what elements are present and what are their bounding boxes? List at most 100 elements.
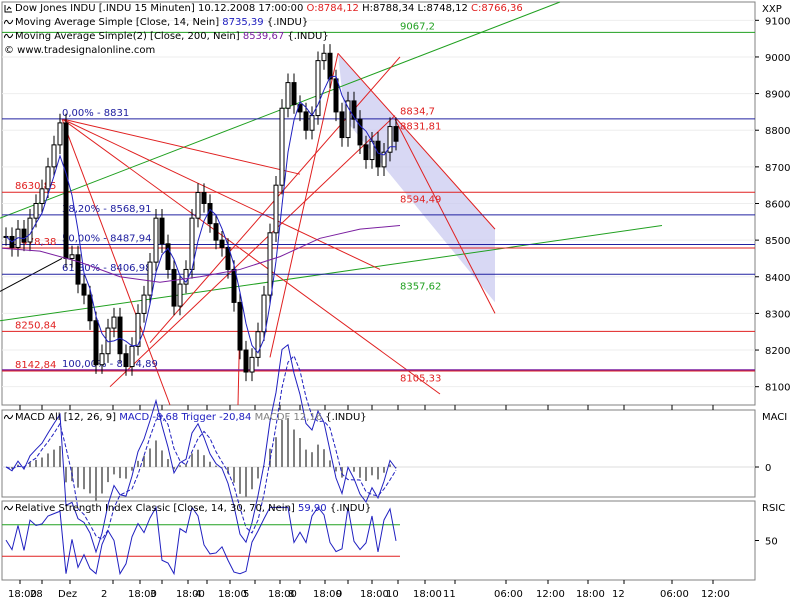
xtick-label: 06:00 xyxy=(660,589,689,600)
candle-body xyxy=(249,356,255,373)
candle-body xyxy=(327,52,333,80)
xtick-label: 11 xyxy=(443,589,456,600)
ytick-label: 8600 xyxy=(765,200,790,211)
xtick-label: 06:00 xyxy=(494,589,523,600)
ytick-label: 8300 xyxy=(765,309,790,320)
candle-body xyxy=(129,345,135,368)
ma200-name: Moving Average Simple(2) [Close, 200, Ne… xyxy=(15,31,240,42)
xtick-label: 12:00 xyxy=(536,589,565,600)
level-label: 100,00% - 8144,89 xyxy=(62,359,158,370)
ma200-value: 8539,67 xyxy=(242,31,285,42)
xtick-label: 3 xyxy=(150,589,156,600)
level-label: 8142,84 xyxy=(15,360,56,371)
rsi-legend: Relative Strength Index Classic [Close, … xyxy=(3,503,371,515)
price-axis-name: XXP xyxy=(762,4,782,15)
xtick-label: 28 xyxy=(30,589,43,600)
candle-body xyxy=(303,111,309,131)
rsi-axis-name: RSIC xyxy=(762,503,786,514)
xtick-label: 12:00 xyxy=(701,589,730,600)
candle-body xyxy=(171,268,177,307)
rsi-value: 59,90 xyxy=(298,503,327,514)
xtick-label: 8 xyxy=(288,589,294,600)
level-label: 8834,7 xyxy=(400,107,435,118)
candle-body xyxy=(117,316,123,355)
candle-body xyxy=(105,327,111,355)
xtick-label: 9 xyxy=(336,589,342,600)
candle-body xyxy=(309,115,315,131)
candle-body xyxy=(261,294,267,333)
ma14-value: 8735,39 xyxy=(222,17,264,28)
macd-symbol: {.INDU} xyxy=(325,412,367,423)
macdf-value: MACDF 12,16 xyxy=(254,412,323,423)
candle-body xyxy=(231,268,237,303)
ma14-symbol: {.INDU} xyxy=(266,17,309,28)
level-label: 9067,2 xyxy=(400,21,435,32)
wave-icon xyxy=(3,32,14,41)
instrument-name: Dow Jones INDU [.INDU 15 Minuten] xyxy=(15,3,195,14)
macd-trigger-value: Trigger -20,84 xyxy=(181,412,252,423)
high-value: H:8788,34 xyxy=(362,3,415,14)
candle-body xyxy=(21,228,27,243)
candle-body xyxy=(123,353,129,368)
level-label: 8357,62 xyxy=(400,281,441,292)
ytick-label: 9100 xyxy=(765,16,790,27)
price-header-line: Dow Jones INDU [.INDU 15 Minuten] 10.12.… xyxy=(4,3,523,15)
ma14-legend: Moving Average Simple [Close, 14, Nein] … xyxy=(3,17,309,29)
rsi-tick-label: 50 xyxy=(765,537,778,548)
candle-body xyxy=(243,349,249,373)
candle-body xyxy=(75,254,81,285)
candle-body xyxy=(393,126,399,142)
level-label: 0,00% - 8831 xyxy=(62,108,129,119)
xtick-label: 18:00 xyxy=(413,589,442,600)
level-label: 8831,81 xyxy=(400,122,441,133)
candle-body xyxy=(27,217,33,243)
xtick-label: Dez xyxy=(58,589,77,600)
ytick-label: 8500 xyxy=(765,236,790,247)
open-value: O:8784,12 xyxy=(306,3,359,14)
candle-body xyxy=(279,107,285,186)
candle-body xyxy=(273,184,279,234)
xtick-label: 10 xyxy=(386,589,399,600)
candle-body xyxy=(57,122,63,146)
candle-body xyxy=(39,188,45,205)
level-label: 8594,49 xyxy=(400,195,441,206)
candle-body xyxy=(321,52,327,62)
ytick-label: 9000 xyxy=(765,53,790,64)
chart-window: 0,00% - 8831 38,20% - 8568,91 50,00% - 848… xyxy=(0,0,800,600)
xtick-label: 4 xyxy=(195,589,201,600)
candle-body xyxy=(93,320,99,366)
rsi-name: Relative Strength Index Classic [Close, … xyxy=(15,503,295,514)
macd-value: MACD -8,68 xyxy=(119,412,179,423)
macd-axis-name: MACI xyxy=(762,412,788,423)
xtick-label: 5 xyxy=(243,589,249,600)
candle-body xyxy=(237,301,243,351)
ytick-label: 8900 xyxy=(765,90,790,101)
candle-body xyxy=(153,217,159,263)
candle-body xyxy=(291,82,297,106)
level-label: 50,00% - 8487,94 xyxy=(62,234,151,245)
candle-body xyxy=(63,122,69,259)
xtick-label: 18:00 xyxy=(360,589,389,600)
candle-body xyxy=(33,203,39,219)
candle-body xyxy=(141,294,147,314)
wave-icon xyxy=(3,504,14,513)
candle-body xyxy=(69,254,75,259)
candle-body xyxy=(363,144,369,161)
candle-body xyxy=(177,283,183,307)
candle-body xyxy=(339,111,345,139)
ytick-label: 8200 xyxy=(765,346,790,357)
level-label: 8105,33 xyxy=(400,374,441,385)
wave-icon xyxy=(3,18,14,27)
copyright-text: © www.tradesignalonline.com xyxy=(4,45,156,56)
candle-body xyxy=(285,82,291,109)
ytick-label: 8700 xyxy=(765,163,790,174)
ma14-name: Moving Average Simple [Close, 14, Nein] xyxy=(15,17,220,28)
candle-body xyxy=(99,353,105,366)
candle-body xyxy=(219,239,225,248)
wave-icon xyxy=(3,413,14,422)
candle-body xyxy=(165,243,171,270)
candle-body xyxy=(267,232,273,296)
candle-body xyxy=(111,316,117,329)
macd-name: MACD All [12, 26, 9] xyxy=(15,412,117,423)
ma200-symbol: {.INDU} xyxy=(287,31,329,42)
